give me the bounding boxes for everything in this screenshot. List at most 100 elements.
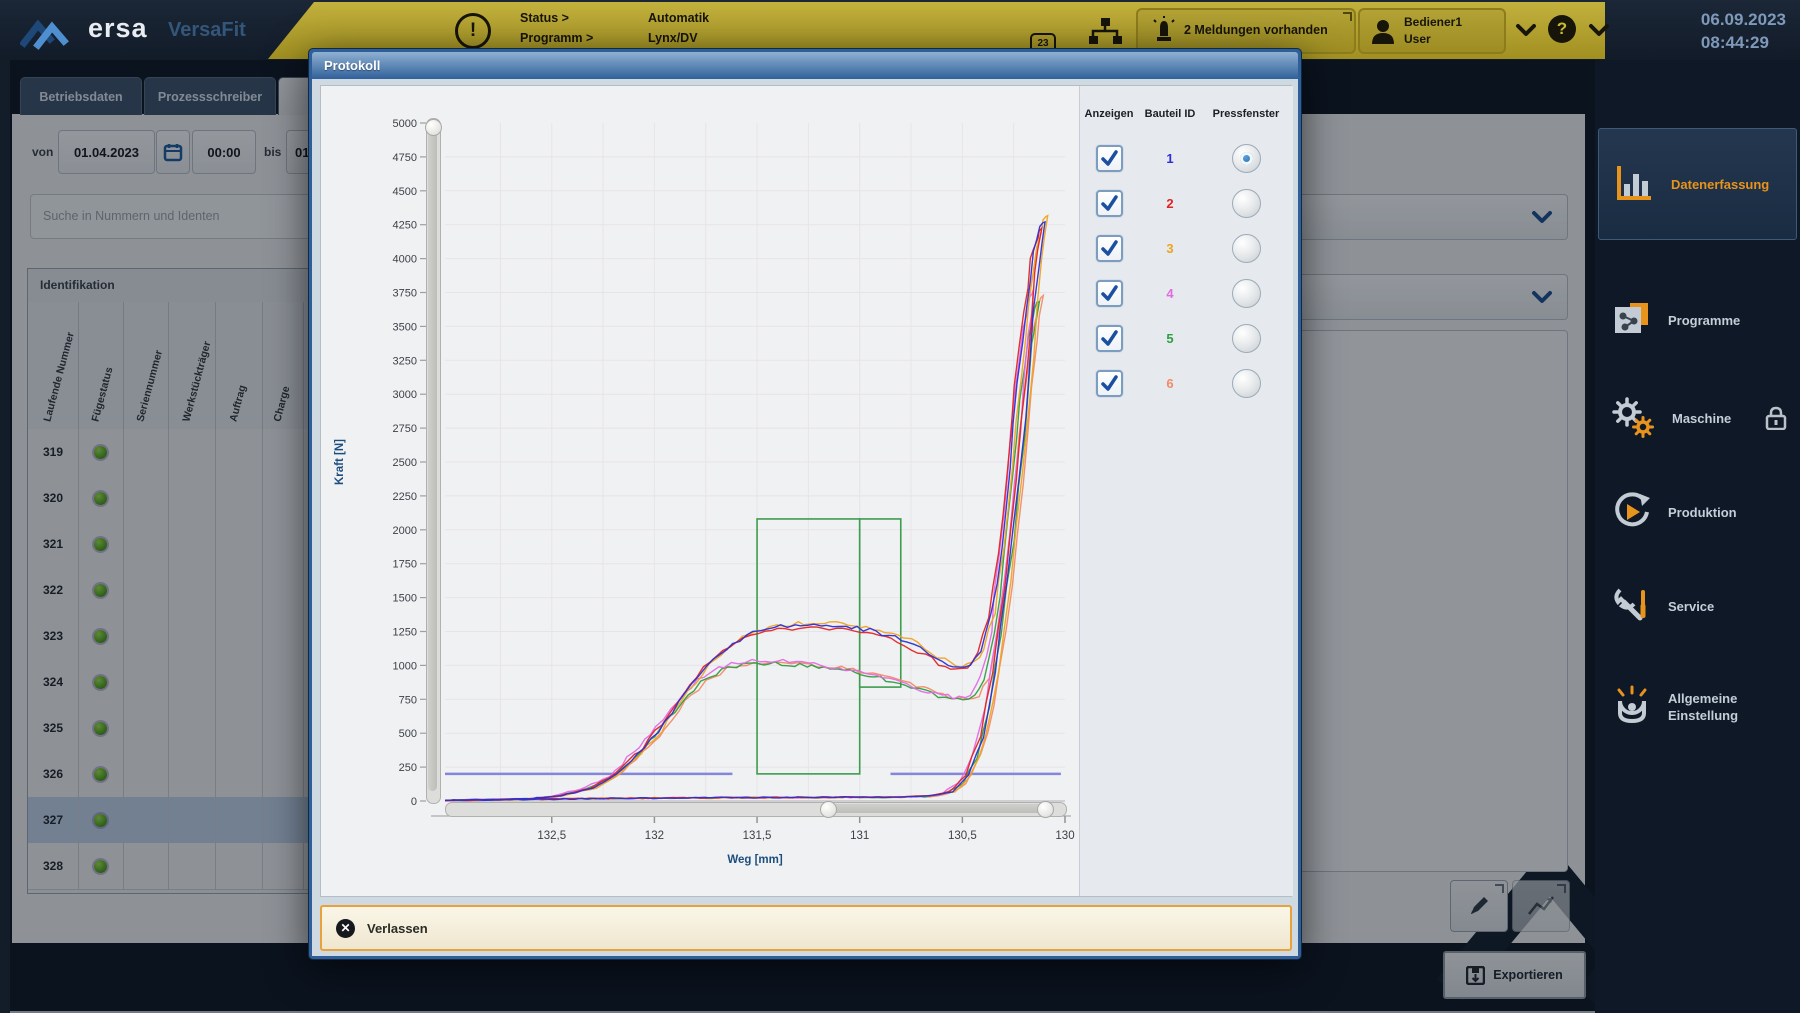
- bauteil-id-label: 3: [1166, 241, 1173, 256]
- curve-bauteil-4: [445, 290, 1033, 801]
- anzeigen-checkbox[interactable]: [1096, 145, 1123, 172]
- legend-header-bauteil-id: Bauteil ID: [1138, 108, 1202, 120]
- curve-bauteil-6: [450, 296, 1044, 801]
- chevron-down-icon[interactable]: [1515, 23, 1537, 37]
- dialog-body: 0250500750100012501500175020002250250027…: [312, 79, 1298, 956]
- bauteil-id-label: 2: [1166, 196, 1173, 211]
- svg-text:Weg [mm]: Weg [mm]: [727, 854, 783, 866]
- curve-bauteil-5: [445, 302, 1039, 801]
- legend-row: 5: [1080, 316, 1293, 361]
- sidebar-item-label: Allgemeine Einstellung: [1668, 690, 1776, 724]
- sidebar-item-produktion[interactable]: Produktion: [1598, 484, 1797, 540]
- scrollbar-knob-left[interactable]: [820, 801, 837, 818]
- checkmark-icon: [1100, 149, 1119, 168]
- svg-text:5000: 5000: [393, 118, 417, 130]
- pressfenster-radio[interactable]: [1232, 144, 1261, 173]
- einstellung-icon: [1610, 685, 1654, 729]
- messages-text: 2 Meldungen vorhanden: [1184, 23, 1328, 37]
- vertical-scrollbar-thumb[interactable]: [428, 131, 437, 791]
- messages-corner-mark: [1343, 12, 1352, 21]
- time-text: 08:44:29: [1701, 31, 1786, 54]
- horizontal-scrollbar[interactable]: [445, 802, 1067, 817]
- checkmark-icon: [1100, 239, 1119, 258]
- service-icon: [1610, 584, 1654, 628]
- sidebar-item-label: Service: [1668, 598, 1776, 615]
- svg-text:4500: 4500: [393, 186, 417, 198]
- chevron-down-icon-2[interactable]: [1588, 23, 1610, 37]
- svg-text:132: 132: [645, 830, 664, 842]
- checkmark-icon: [1100, 374, 1119, 393]
- horizontal-scrollbar-thumb[interactable]: [826, 804, 1048, 813]
- sidebar-item-programme[interactable]: Programme: [1598, 292, 1797, 348]
- svg-text:4250: 4250: [393, 220, 417, 232]
- verlassen-label: Verlassen: [367, 921, 428, 936]
- status-value: Automatik: [648, 11, 709, 25]
- beacon-icon: [1152, 16, 1176, 46]
- user-role: User: [1404, 32, 1431, 46]
- legend-row: 1: [1080, 136, 1293, 181]
- vertical-scrollbar-knob[interactable]: [425, 119, 442, 136]
- svg-text:3250: 3250: [393, 355, 417, 367]
- sidebar-nav: Datenerfassung Programme Maschine Produktio…: [1595, 60, 1800, 1013]
- svg-text:500: 500: [399, 728, 417, 740]
- svg-text:4750: 4750: [393, 152, 417, 164]
- datetime-display: 06.09.2023 08:44:29: [1701, 8, 1786, 54]
- svg-text:1000: 1000: [393, 660, 417, 672]
- svg-text:131: 131: [850, 830, 869, 842]
- svg-text:4000: 4000: [393, 254, 417, 266]
- anzeigen-checkbox[interactable]: [1096, 235, 1123, 262]
- radio-selected-dot: [1240, 152, 1253, 165]
- svg-text:0: 0: [411, 796, 417, 808]
- sidebar-item-datenerfassung[interactable]: Datenerfassung: [1598, 128, 1797, 240]
- curve-bauteil-1: [445, 222, 1045, 801]
- verlassen-button[interactable]: ✕ Verlassen: [320, 905, 1292, 951]
- date-text: 06.09.2023: [1701, 8, 1786, 31]
- pressfenster-radio[interactable]: [1232, 234, 1261, 263]
- legend-row: 2: [1080, 181, 1293, 226]
- help-label: ?: [1557, 19, 1567, 38]
- alert-exclamation-icon[interactable]: !: [455, 13, 491, 49]
- datenerfassung-icon: [1611, 162, 1657, 206]
- svg-text:2250: 2250: [393, 491, 417, 503]
- legend-row: 3: [1080, 226, 1293, 271]
- svg-text:1500: 1500: [393, 593, 417, 605]
- dialog-title-bar[interactable]: Protokoll: [312, 52, 1298, 79]
- svg-text:250: 250: [399, 762, 417, 774]
- pressfenster-radio[interactable]: [1232, 189, 1261, 218]
- checkmark-icon: [1100, 329, 1119, 348]
- sitemap-icon[interactable]: [1086, 16, 1126, 48]
- produktion-icon: [1610, 490, 1654, 534]
- sidebar-item-maschine[interactable]: Maschine: [1598, 390, 1797, 446]
- protokoll-dialog: Protokoll 025050075010001250150017502000…: [308, 48, 1302, 960]
- bauteil-id-label: 4: [1166, 286, 1173, 301]
- help-button[interactable]: ?: [1548, 15, 1576, 43]
- sidebar-item-label: Programme: [1668, 312, 1776, 329]
- svg-text:131,5: 131,5: [743, 830, 772, 842]
- brand-name: ersa: [88, 13, 148, 44]
- bauteil-id-label: 6: [1166, 376, 1173, 391]
- ersa-logo-icon: [20, 12, 78, 50]
- sidebar-item-service[interactable]: Service: [1598, 578, 1797, 634]
- curve-bauteil-3: [448, 216, 1048, 801]
- svg-text:2000: 2000: [393, 525, 417, 537]
- svg-text:132,5: 132,5: [537, 830, 566, 842]
- legend-row: 6: [1080, 361, 1293, 406]
- anzeigen-checkbox[interactable]: [1096, 190, 1123, 217]
- scrollbar-knob-right[interactable]: [1037, 801, 1054, 818]
- user-button[interactable]: Bediener1 User: [1358, 8, 1506, 54]
- pressfenster-radio[interactable]: [1232, 279, 1261, 308]
- sidebar-item-einstellung[interactable]: Allgemeine Einstellung: [1598, 664, 1797, 750]
- anzeigen-checkbox[interactable]: [1096, 370, 1123, 397]
- program-value: Lynx/DV: [648, 31, 698, 45]
- anzeigen-checkbox[interactable]: [1096, 325, 1123, 352]
- bauteil-id-label: 1: [1166, 151, 1173, 166]
- vertical-scrollbar[interactable]: [426, 118, 441, 804]
- chart-legend: Anzeigen Bauteil ID Pressfenster 123456: [1079, 86, 1293, 896]
- pressfenster-radio[interactable]: [1232, 369, 1261, 398]
- anzeigen-checkbox[interactable]: [1096, 280, 1123, 307]
- bauteil-id-label: 5: [1166, 331, 1173, 346]
- curve-bauteil-2: [445, 228, 1042, 801]
- legend-row: 4: [1080, 271, 1293, 316]
- pressfenster-radio[interactable]: [1232, 324, 1261, 353]
- program-label: Programm >: [520, 31, 593, 45]
